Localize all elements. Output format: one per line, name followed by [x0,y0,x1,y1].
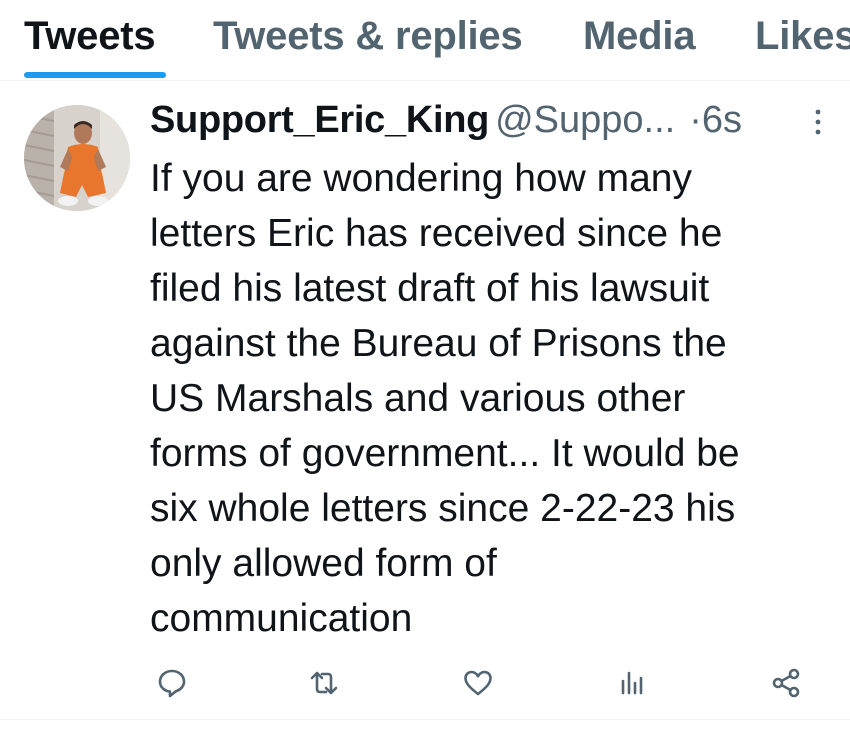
retweet-button[interactable] [304,663,344,703]
share-button[interactable] [766,663,806,703]
reply-button[interactable] [152,663,192,703]
timestamp[interactable]: 6s [702,99,742,141]
handle[interactable]: @Suppo... [495,99,675,141]
share-icon [772,668,800,698]
like-icon [464,670,492,696]
views-button[interactable] [612,663,652,703]
more-options-icon[interactable] [814,109,822,135]
avatar[interactable] [24,105,130,211]
profile-tabs: Tweets Tweets & replies Media Likes [0,0,850,81]
retweet-icon [310,671,338,695]
separator-dot: · [689,99,702,141]
display-name[interactable]: Support_Eric_King [150,99,489,141]
tab-tweets-replies[interactable]: Tweets & replies [213,14,523,59]
avatar-image [24,105,130,211]
reply-icon [158,669,186,698]
like-button[interactable] [458,663,498,703]
tweet-text: If you are wondering how many letters Er… [150,157,740,640]
tweet-header: Support_Eric_King @Suppo... ·6s [150,99,830,149]
views-icon [621,671,643,695]
tab-media[interactable]: Media [583,14,696,59]
tweet-actions [0,663,850,703]
tab-tweets[interactable]: Tweets [24,14,156,59]
tab-likes[interactable]: Likes [755,14,850,59]
tweet[interactable]: Support_Eric_King @Suppo... ·6s If you are… [0,81,850,720]
active-tab-indicator [24,72,166,78]
